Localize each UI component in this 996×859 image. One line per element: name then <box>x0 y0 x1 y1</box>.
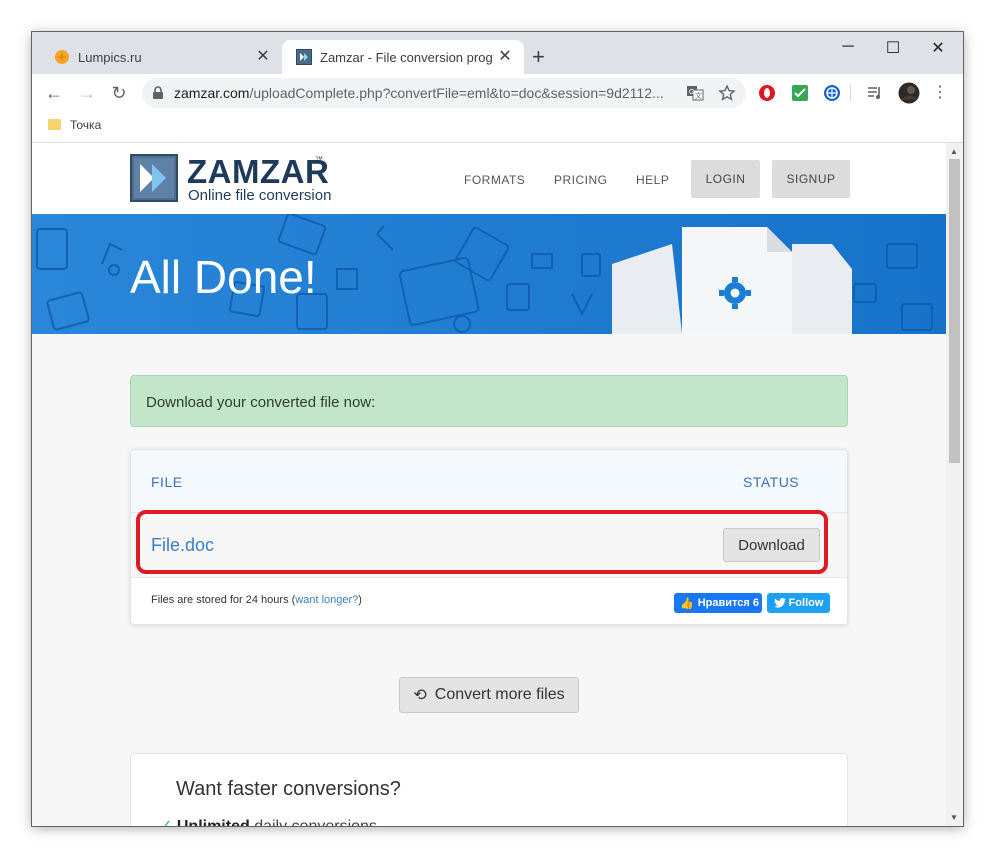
storage-note: Files are stored for 24 hours (want long… <box>151 594 362 606</box>
page-viewport: ZAMZAR ™ Online file conversion FORMATS … <box>32 143 946 826</box>
twitter-bird-icon <box>773 598 786 608</box>
zamzar-logo-icon[interactable] <box>130 154 178 202</box>
signup-button[interactable]: SIGNUP <box>772 160 850 198</box>
storage-note-end: ) <box>358 594 362 606</box>
scroll-up-icon[interactable]: ▲ <box>950 147 958 156</box>
column-file: FILE <box>151 474 183 490</box>
twitter-follow-label: Follow <box>788 597 824 609</box>
site-header: ZAMZAR ™ Online file conversion FORMATS … <box>32 143 946 214</box>
facebook-like-button[interactable]: 👍 Нравится 6 <box>674 593 762 613</box>
convert-more-label: Convert more files <box>434 686 565 703</box>
success-alert: Download your converted file now: <box>130 375 848 427</box>
nav-formats[interactable]: FORMATS <box>464 173 525 187</box>
browser-window: Lumpics.ru ✕ Zamzar - File conversion pr… <box>32 32 963 826</box>
scrollbar-thumb[interactable] <box>949 159 960 463</box>
twitter-follow-button[interactable]: Follow <box>767 593 830 613</box>
browser-toolbar: ← → ↻ zamzar.com/uploadComplete.php?conv… <box>32 74 963 112</box>
more-menu-icon[interactable]: ⋮ <box>930 83 950 103</box>
reload-icon[interactable]: ↻ <box>109 83 129 103</box>
logo-wordmark: ZAMZAR <box>187 153 330 190</box>
hero-banner: All Done! <box>32 214 946 334</box>
logo-trademark: ™ <box>315 155 323 164</box>
translate-icon[interactable]: G文 <box>686 84 704 102</box>
table-header: FILE STATUS <box>131 450 847 513</box>
close-window-button[interactable]: ✕ <box>916 38 960 62</box>
opera-extension-icon[interactable] <box>758 84 776 102</box>
close-icon[interactable]: ✕ <box>496 48 514 66</box>
vpn-globe-icon[interactable] <box>823 84 841 102</box>
maximize-button[interactable]: ☐ <box>871 38 915 62</box>
forward-arrow-icon[interactable]: → <box>77 83 97 103</box>
bookmarks-bar: Точка <box>32 112 963 143</box>
folder-icon <box>48 119 61 130</box>
column-status: STATUS <box>743 474 800 490</box>
table-footer: Files are stored for 24 hours (want long… <box>131 578 847 624</box>
url-text[interactable]: zamzar.com/uploadComplete.php?convertFil… <box>174 85 682 101</box>
minimize-button[interactable]: ─ <box>826 38 870 62</box>
convert-more-button[interactable]: ⟲ Convert more files <box>399 677 579 713</box>
profile-avatar[interactable] <box>898 82 920 104</box>
lock-icon[interactable] <box>152 86 164 100</box>
url-host: zamzar.com <box>174 85 250 101</box>
address-bar[interactable]: zamzar.com/uploadComplete.php?convertFil… <box>142 78 746 108</box>
storage-note-text: Files are stored for 24 hours ( <box>151 594 296 606</box>
thumbs-up-icon: 👍 <box>680 597 694 610</box>
scroll-down-icon[interactable]: ▼ <box>950 813 958 822</box>
promo-item-rest: daily conversions <box>250 818 377 826</box>
svg-text:文: 文 <box>695 91 702 100</box>
promo-item-bold: Unlimited <box>177 818 250 826</box>
bookmark-tochka[interactable]: Точка <box>70 118 101 132</box>
logo-tagline: Online file conversion <box>188 187 332 204</box>
tab-zamzar[interactable]: Zamzar - File conversion progres ✕ <box>282 40 524 74</box>
promo-item: ✓ Unlimited daily conversions <box>159 816 377 826</box>
nav-pricing[interactable]: PRICING <box>554 173 608 187</box>
hero-title: All Done! <box>130 251 317 303</box>
promo-title: Want faster conversions? <box>176 778 401 800</box>
star-icon[interactable] <box>718 84 736 102</box>
svg-text:G: G <box>689 89 694 96</box>
page-scrollbar[interactable]: ▲ ▼ <box>946 143 963 826</box>
toolbar-divider <box>850 84 851 102</box>
zamzar-favicon-icon <box>296 49 312 65</box>
promo-panel: Want faster conversions? ✓ Unlimited dai… <box>130 753 848 826</box>
close-icon[interactable]: ✕ <box>254 48 272 66</box>
login-button[interactable]: LOGIN <box>691 160 760 198</box>
refresh-icon: ⟲ <box>413 687 427 704</box>
tab-title: Lumpics.ru <box>78 49 142 65</box>
success-message: Download your converted file now: <box>146 394 376 411</box>
want-longer-link[interactable]: want longer? <box>295 594 358 606</box>
url-path: /uploadComplete.php?convertFile=eml&to=d… <box>249 85 664 101</box>
tab-lumpics[interactable]: Lumpics.ru ✕ <box>40 40 282 74</box>
lumpics-favicon-icon <box>55 50 69 64</box>
nav-help[interactable]: HELP <box>636 173 669 187</box>
tab-title: Zamzar - File conversion progres <box>320 49 492 65</box>
highlight-annotation <box>136 510 828 574</box>
media-controls-icon[interactable] <box>866 84 884 102</box>
checkmark-extension-icon[interactable] <box>791 84 809 102</box>
new-tab-button[interactable]: + <box>532 46 545 68</box>
tab-strip: Lumpics.ru ✕ Zamzar - File conversion pr… <box>32 32 963 74</box>
facebook-like-label: Нравится 6 <box>697 597 759 609</box>
check-icon: ✓ <box>159 818 172 826</box>
back-arrow-icon[interactable]: ← <box>44 83 64 103</box>
